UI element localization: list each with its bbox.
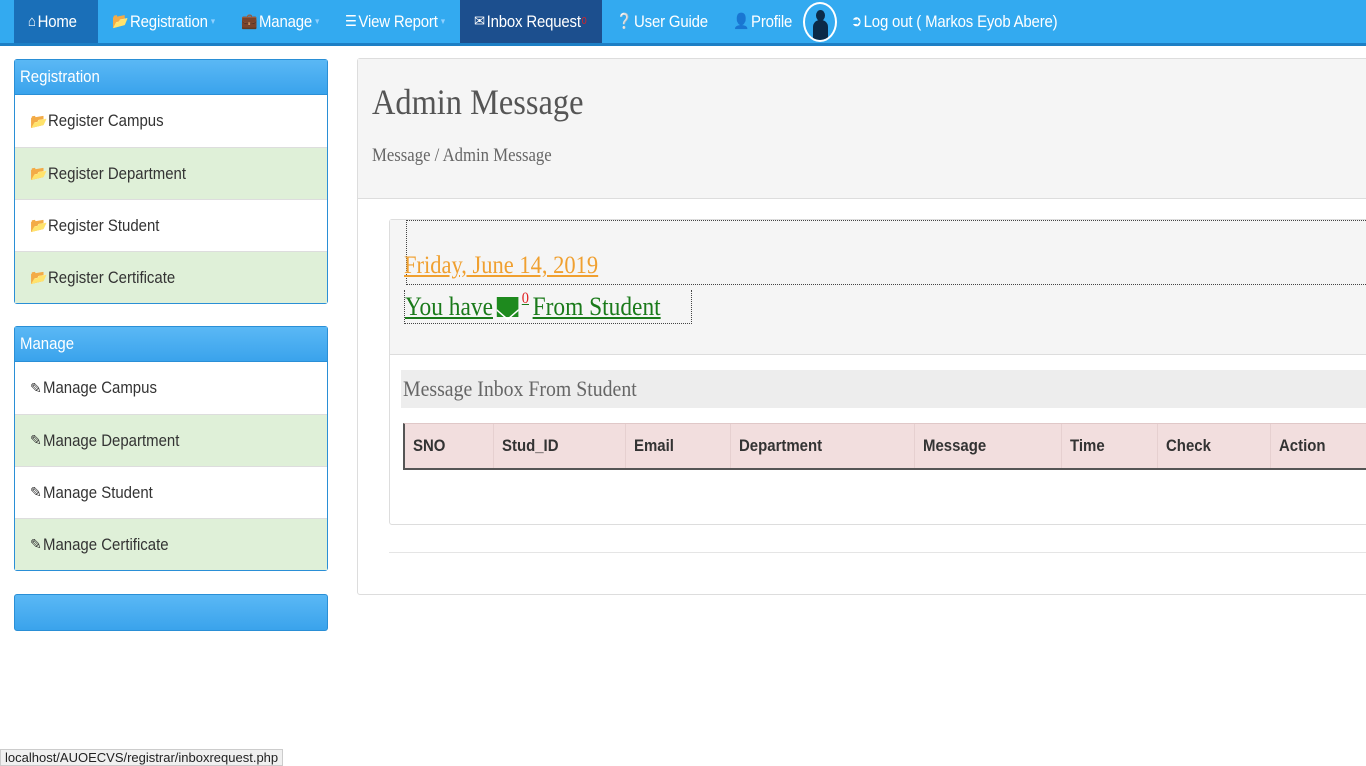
you-have-suffix: From Student [532, 291, 661, 321]
sidebar-item-register-student[interactable]: 📂 Register Student [15, 199, 327, 251]
sidebar-item-label: Manage Campus [42, 378, 157, 397]
nav-home[interactable]: ⌂ Home [14, 0, 98, 43]
column-header-sno: SNO [405, 424, 494, 468]
empty-sidebar-panel [14, 594, 328, 631]
envelope-icon [496, 296, 519, 317]
nav-registration-label: Registration [130, 11, 208, 31]
nav-registration[interactable]: 📂 Registration ▼ [112, 0, 216, 43]
sidebar-item-manage-certificate[interactable]: ✎ Manage Certificate [15, 518, 327, 570]
sidebar-item-manage-student[interactable]: ✎ Manage Student [15, 466, 327, 518]
sidebar-item-register-campus[interactable]: 📂 Register Campus [15, 95, 327, 147]
sidebar-item-register-certificate[interactable]: 📂 Register Certificate [15, 251, 327, 303]
column-header-time: Time [1062, 424, 1159, 468]
nav-view-report[interactable]: ☰ View Report ▼ [345, 0, 446, 43]
nav-logout-label: Log out ( Markos Eyob Abere) [863, 11, 1058, 31]
nav-inbox-request-label: Inbox Request [486, 11, 581, 31]
inbox-container: Friday, June 14, 2019 You have 0 From St… [389, 219, 1366, 525]
folder-open-icon: 📂 [30, 269, 48, 285]
column-header-stud-id: Stud_ID [494, 424, 626, 468]
sidebar-item-manage-campus[interactable]: ✎ Manage Campus [15, 362, 327, 414]
folder-open-icon: 📂 [30, 112, 48, 129]
home-icon: ⌂ [28, 13, 36, 30]
sidebar-item-label: Manage Department [42, 430, 180, 450]
you-have-prefix: You have [405, 291, 493, 321]
sidebar-item-manage-department[interactable]: ✎ Manage Department [15, 414, 327, 466]
briefcase-icon: 💼 [241, 13, 258, 30]
divider [389, 552, 1366, 553]
nav-user-guide[interactable]: ❔ User Guide [616, 0, 708, 43]
message-count: 0 [521, 289, 529, 307]
nav-manage[interactable]: 💼 Manage ▼ [241, 0, 321, 43]
registration-panel: Registration 📂 Register Campus 📂 Registe… [14, 59, 328, 304]
info-area: Friday, June 14, 2019 You have 0 From St… [390, 220, 1366, 355]
breadcrumb: Message / Admin Message [372, 145, 552, 166]
manage-panel-heading: Manage [15, 327, 327, 362]
folder-open-icon: 📂 [112, 13, 129, 30]
registration-panel-heading: Registration [15, 60, 327, 95]
edit-icon: ✎ [30, 379, 42, 396]
nav-home-label: Home [37, 11, 77, 31]
top-navbar: ⌂ Home 📂 Registration ▼ 💼 Manage ▼ ☰ Vie… [0, 0, 1366, 46]
nav-user-guide-label: User Guide [634, 11, 708, 31]
edit-icon: ✎ [30, 432, 42, 448]
column-header-department: Department [731, 424, 915, 468]
sidebar-item-label: Manage Student [42, 482, 153, 502]
sidebar-item-label: Manage Certificate [42, 534, 169, 554]
nav-view-report-label: View Report [358, 11, 438, 31]
date-link[interactable]: Friday, June 14, 2019 [404, 252, 598, 280]
column-header-message: Message [915, 424, 1062, 468]
main-content: Admin Message Message / Admin Message Fr… [357, 58, 1366, 595]
user-icon: 👤 [733, 13, 750, 30]
avatar[interactable] [803, 2, 837, 42]
section-title: Message Inbox From Student [401, 370, 1366, 408]
nav-profile[interactable]: 👤 Profile [733, 0, 792, 43]
message-count-link[interactable]: You have 0 From Student [404, 289, 693, 324]
sidebar-item-label: Register Department [48, 163, 187, 183]
edit-icon: ✎ [30, 484, 42, 500]
folder-open-icon: 📂 [30, 165, 48, 181]
nav-manage-label: Manage [259, 11, 313, 31]
inbox-count-badge: 0 [581, 16, 587, 27]
sidebar-item-register-department[interactable]: 📂 Register Department [15, 147, 327, 199]
edit-icon: ✎ [30, 536, 42, 552]
sidebar-item-label: Register Certificate [48, 267, 176, 287]
page-header: Admin Message Message / Admin Message [358, 59, 1366, 199]
folder-open-icon: 📂 [30, 217, 48, 233]
column-header-email: Email [626, 424, 732, 468]
sidebar-item-label: Register Student [48, 215, 160, 235]
caret-down-icon: ▼ [209, 17, 217, 26]
page-title: Admin Message [372, 82, 584, 122]
envelope-icon: ✉ [474, 13, 485, 30]
nav-profile-label: Profile [751, 11, 793, 31]
manage-panel: Manage ✎ Manage Campus ✎ Manage Departme… [14, 326, 328, 571]
sidebar-item-label: Register Campus [48, 111, 165, 130]
nav-inbox-request[interactable]: ✉ Inbox Request 0 [460, 0, 602, 43]
log-out-icon: ➲ [851, 13, 862, 30]
browser-status-url: localhost/AUOECVS/registrar/inboxrequest… [0, 749, 284, 766]
inbox-table-header: SNO Stud_ID Email Department Message Tim… [403, 423, 1366, 470]
nav-logout[interactable]: ➲ Log out ( Markos Eyob Abere) [851, 0, 1058, 43]
caret-down-icon: ▼ [313, 17, 321, 26]
column-header-action: Action [1279, 436, 1326, 455]
caret-down-icon: ▼ [439, 17, 447, 26]
list-icon: ☰ [345, 13, 357, 30]
question-circle-icon: ❔ [616, 13, 633, 30]
column-header-check: Check [1158, 424, 1272, 468]
